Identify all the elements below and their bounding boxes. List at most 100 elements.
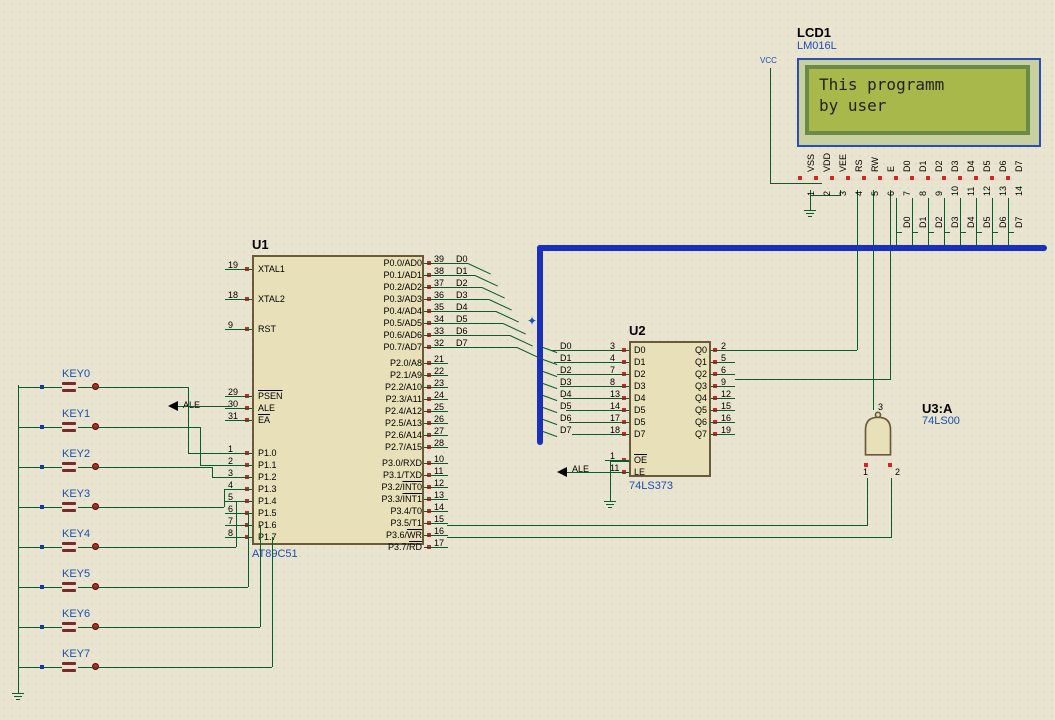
u1-part: AT89C51: [252, 548, 298, 560]
lcd-pinmark: [846, 176, 850, 180]
key-label-3: KEY3: [62, 488, 90, 500]
key-button-0[interactable]: [62, 382, 76, 392]
lcd-ref: LCD1: [797, 25, 831, 40]
u3-pin-out: 3: [878, 402, 883, 412]
u1-rpin-28: P2.7/A15: [385, 442, 422, 452]
lcd-pinmark: [926, 176, 930, 180]
lcd-pinmark: [910, 176, 914, 180]
lcd-buswire-d6: [992, 198, 993, 245]
key-label-6: KEY6: [62, 608, 90, 620]
key-button-1[interactable]: [62, 422, 76, 432]
lcd-buswire-d2: [928, 198, 929, 245]
lcd-pinmark: [798, 176, 802, 180]
u3-part: 74LS00: [922, 415, 960, 427]
lcd-pinmark: [1006, 176, 1010, 180]
wire-rs: [857, 190, 858, 350]
p0-net-d2: D2: [456, 278, 468, 288]
key-button-3[interactable]: [62, 502, 76, 512]
u1-pin-p14: P1.4: [258, 496, 277, 506]
lcd-pinnum-1: 1: [806, 191, 816, 196]
ale-arrow-u2: [557, 467, 567, 477]
ale-arrow: [168, 401, 178, 411]
key-button-5[interactable]: [62, 582, 76, 592]
wire-rd: [447, 537, 891, 538]
key-button-7[interactable]: [62, 662, 76, 672]
u1-rpin-25: P2.4/A12: [385, 406, 422, 416]
lcd-pinmark: [942, 176, 946, 180]
lcd-pin-d6: D6: [998, 160, 1008, 172]
lcd-pinmark: [878, 176, 882, 180]
vcc-label: VCC: [760, 56, 777, 65]
lcd-pinmark: [814, 176, 818, 180]
lcd-pin-vss: VSS: [806, 154, 816, 172]
u2-net-d2: D2: [560, 365, 572, 375]
u1-rpin-34: P0.5/AD5: [383, 318, 422, 328]
u1-rpin-23: P2.2/A10: [385, 382, 422, 392]
wire-e-h: [735, 379, 890, 380]
u3-pin-b: 2: [895, 467, 900, 477]
lcd-buswire-d7: [1008, 198, 1009, 245]
p0-net-d3: D3: [456, 290, 468, 300]
lcd-pinnum-2: 2: [822, 191, 832, 196]
u2-rpin-q6: Q6: [695, 417, 707, 427]
lcd-pinnum-12: 12: [982, 186, 992, 196]
u1-pin-xtal2: XTAL2: [258, 294, 285, 304]
lcd-net-d0: D0: [902, 216, 912, 228]
u2-lpin-d1: D1: [634, 357, 646, 367]
u2-rpin-q7: Q7: [695, 429, 707, 439]
u1-pin-p15: P1.5: [258, 508, 277, 518]
lcd-net-d7: D7: [1014, 216, 1024, 228]
u2-lpin-le: LE: [634, 467, 645, 477]
ale-wire-u2: [563, 472, 629, 473]
u1-rpin-36: P0.3/AD3: [383, 294, 422, 304]
lcd-pinnum-7: 7: [902, 191, 912, 196]
key-label-0: KEY0: [62, 368, 90, 380]
lcd-part: LM016L: [797, 40, 837, 52]
lcd-net-d6: D6: [998, 216, 1008, 228]
p0-net-d5: D5: [456, 314, 468, 324]
lcd-pinmark: [990, 176, 994, 180]
u2-rpin-q4: Q4: [695, 393, 707, 403]
lcd-pin-d2: D2: [934, 160, 944, 172]
lcd-pinnum-11: 11: [966, 187, 976, 196]
lcd-pinnum-9: 9: [934, 191, 944, 196]
key-button-6[interactable]: [62, 622, 76, 632]
u1-pin-p12: P1.2: [258, 472, 277, 482]
u1-rpin-24: P2.3/A11: [386, 394, 422, 404]
lcd-net-d2: D2: [934, 216, 944, 228]
p0-net-d1: D1: [456, 266, 468, 276]
key-label-2: KEY2: [62, 448, 90, 460]
ale-label-u1: ALE: [183, 400, 200, 410]
lcd-pin-e: E: [886, 166, 896, 172]
u2-net-d4: D4: [560, 389, 572, 399]
u1-pin-psen: PSEN: [258, 391, 283, 401]
wire-wr: [447, 525, 867, 526]
u1-rpin-17: P3.7/RD: [388, 542, 422, 552]
u2-lpin-d0: D0: [634, 345, 646, 355]
u2-rpin-q3: Q3: [695, 381, 707, 391]
lcd-pinmark: [830, 176, 834, 180]
key-button-2[interactable]: [62, 462, 76, 472]
wire-oe-v: [610, 461, 611, 501]
u1-rpin-22: P2.1/A9: [390, 370, 422, 380]
lcd-pin-d7: D7: [1014, 160, 1024, 172]
u1-rpin-35: P0.4/AD4: [383, 306, 422, 316]
wire-rd-v: [891, 478, 892, 538]
lcd-line1: This programm: [819, 75, 1016, 96]
lcd-pin-d1: D1: [918, 160, 928, 172]
lcd-pin-rs: RS: [854, 159, 864, 172]
lcd-pin-d0: D0: [902, 160, 912, 172]
u2-rpin-q0: Q0: [695, 345, 707, 355]
wire-vcc: [770, 68, 771, 183]
u1-rpin-12: P3.2/INT0: [381, 482, 422, 492]
lcd-pinnum-8: 8: [918, 191, 928, 196]
u2-lpin-oe: OE: [634, 455, 647, 465]
u2-lpin-d4: D4: [634, 393, 646, 403]
key-button-4[interactable]: [62, 542, 76, 552]
key-label-4: KEY4: [62, 528, 90, 540]
u2-ref: U2: [629, 323, 646, 338]
u1-pin-xtal1: XTAL1: [258, 264, 285, 274]
u2-net-d6: D6: [560, 413, 572, 423]
u1-rpin-38: P0.1/AD1: [383, 270, 422, 280]
lcd-pinnum-6: 6: [886, 191, 896, 196]
